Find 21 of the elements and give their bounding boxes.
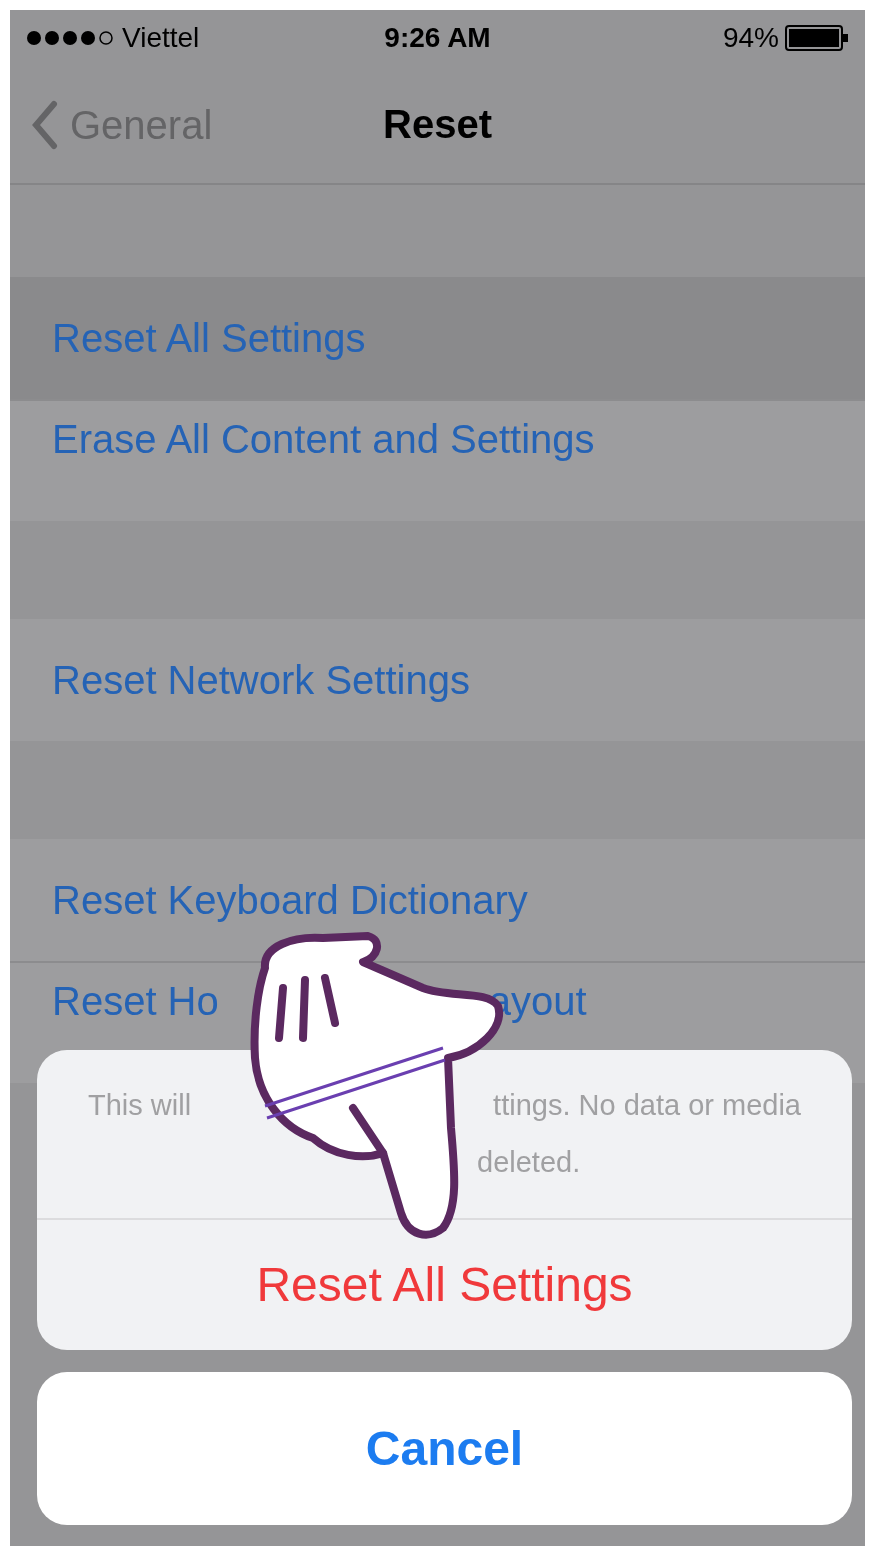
- settings-row[interactable]: Erase All Content and Settings: [10, 399, 865, 521]
- row-label: Reset Network Settings: [52, 657, 470, 704]
- alert-message: This will: [88, 1087, 192, 1123]
- settings-row[interactable]: Reset All Settings: [10, 277, 865, 399]
- clock-time: 9:26 AM: [384, 20, 491, 55]
- cancel-button[interactable]: Cancel: [37, 1372, 852, 1525]
- settings-row[interactable]: Reset Keyboard Dictionary: [10, 839, 865, 961]
- reset-all-settings-button[interactable]: Reset All Settings: [37, 1220, 852, 1350]
- chevron-left-icon: [32, 100, 58, 150]
- alert-message: ttings. No data or media: [493, 1087, 801, 1123]
- battery-percent: 94%: [722, 20, 779, 55]
- alert-message: deleted.: [477, 1145, 581, 1180]
- carrier-name: Viettel: [122, 20, 200, 55]
- page-title: Reset: [383, 101, 492, 148]
- row-label: Reset All Settings: [52, 315, 366, 362]
- settings-row[interactable]: Reset Network Settings: [10, 619, 865, 741]
- row-label: Erase All Content and Settings: [52, 416, 595, 463]
- row-label: Reset Keyboard Dictionary: [52, 877, 528, 924]
- signal-icon: [26, 29, 116, 46]
- battery-icon: [785, 24, 849, 51]
- row-label: Reset Ho: [52, 978, 219, 1025]
